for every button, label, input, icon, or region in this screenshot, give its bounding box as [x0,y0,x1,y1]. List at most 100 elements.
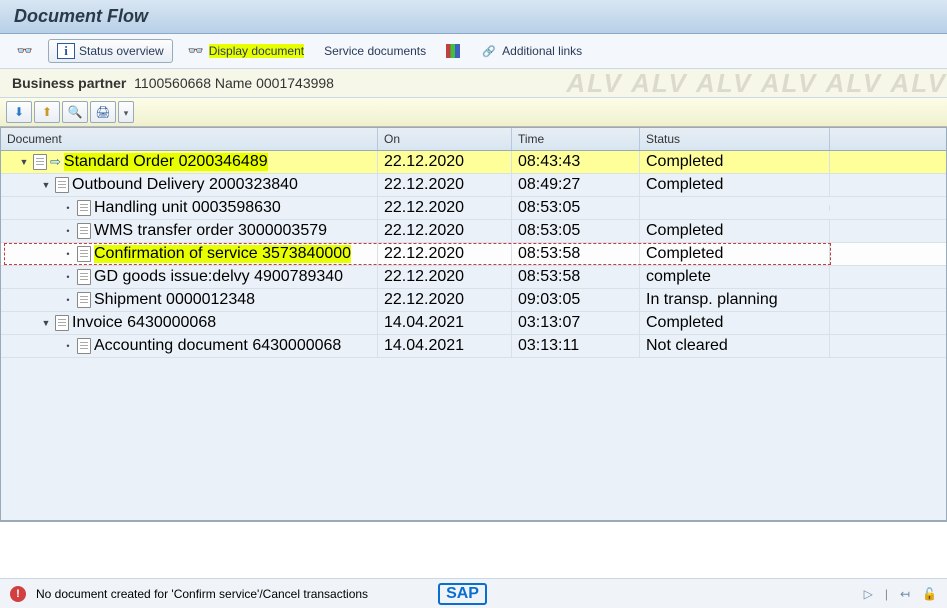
table-row[interactable]: ▼ Outbound Delivery 200032384022.12.2020… [1,174,946,197]
cell-on: 22.12.2020 [378,288,512,312]
tree-toggle[interactable]: ▼ [18,157,30,167]
tree-toggle[interactable]: • [62,203,74,213]
service-documents-label: Service documents [324,44,426,58]
main-toolbar: i Status overview Display document Servi… [0,34,947,69]
col-on[interactable]: On [378,128,512,150]
doc-cell: • Handling unit 0003598630 [1,196,378,220]
binoculars-icon [68,105,83,119]
doc-label: Standard Order 0200346489 [64,153,268,171]
collapse-icon [42,105,52,119]
tree-toggle[interactable]: • [62,249,74,259]
table-row[interactable]: • Shipment 000001234822.12.202009:03:05I… [1,289,946,312]
refresh-button[interactable] [10,40,40,62]
doc-cell: ▼⇨ Standard Order 0200346489 [1,151,378,174]
table-row[interactable]: • Accounting document 6430000068 14.04.20… [1,335,946,358]
cell-on: 14.04.2021 [378,311,512,335]
col-status[interactable]: Status [640,128,830,150]
tree-toggle[interactable]: ▼ [40,318,52,328]
doc-label: Confirmation of service 3573840000 [94,245,351,263]
table-row[interactable]: ▼⇨ Standard Order 020034648922.12.202008… [1,151,946,174]
cell-status: Completed [640,219,830,243]
document-icon [33,154,47,170]
glasses-icon [16,43,34,59]
error-icon: ! [10,586,26,602]
grid-body: ▼⇨ Standard Order 020034648922.12.202008… [1,151,946,521]
expand-icon [14,105,24,119]
cell-time: 08:53:05 [512,196,640,220]
doc-label: WMS transfer order 3000003579 [94,222,327,240]
doc-cell: • GD goods issue:delvy 4900789340 [1,265,378,289]
lock-icon[interactable]: 🔓 [922,587,937,601]
expand-all-button[interactable] [6,101,32,123]
doc-label: Outbound Delivery 2000323840 [72,176,298,194]
tree-toolbar [0,98,947,127]
cell-status: Completed [640,173,830,197]
col-document[interactable]: Document [1,128,378,150]
print-icon [95,105,110,119]
tree-toggle[interactable]: ▼ [40,180,52,190]
service-documents-button[interactable]: Service documents [318,41,432,61]
document-icon [55,315,69,331]
cell-status [640,205,830,211]
table-row[interactable]: • GD goods issue:delvy 490078934022.12.2… [1,266,946,289]
collapse-all-button[interactable] [34,101,60,123]
col-time[interactable]: Time [512,128,640,150]
cell-time: 03:13:11 [512,334,640,358]
document-icon [77,246,91,262]
info-icon: i [57,43,75,59]
cell-on: 22.12.2020 [378,151,512,174]
doc-cell: ▼ Outbound Delivery 2000323840 [1,173,378,197]
doc-label: Invoice 6430000068 [72,314,216,332]
print-button[interactable] [90,101,116,123]
status-overview-button[interactable]: i Status overview [48,39,173,63]
doc-label: GD goods issue:delvy 4900789340 [94,268,343,286]
cell-time: 09:03:05 [512,288,640,312]
additional-links-button[interactable]: Additional links [474,40,588,62]
table-row[interactable]: • Confirmation of service 357384000022.1… [1,243,946,266]
tree-toggle[interactable]: • [62,226,74,236]
cell-time: 08:43:43 [512,151,640,174]
chart-icon [446,44,460,58]
cell-time: 08:53:05 [512,219,640,243]
additional-links-label: Additional links [502,44,582,58]
more-button[interactable] [118,101,134,123]
document-icon [77,292,91,308]
cell-on: 22.12.2020 [378,173,512,197]
tree-toggle[interactable]: • [62,272,74,282]
cell-on: 22.12.2020 [378,196,512,220]
document-icon [77,338,91,354]
document-icon [77,200,91,216]
cell-time: 08:53:58 [512,242,640,266]
status-right: ▷ | ↤ 🔓 [864,587,937,601]
table-row[interactable]: ▼ Invoice 643000006814.04.202103:13:07Co… [1,312,946,335]
doc-label: Accounting document 6430000068 [94,337,341,355]
status-overview-label: Status overview [79,44,164,58]
cell-time: 08:53:58 [512,265,640,289]
doc-cell: • Shipment 0000012348 [1,288,378,312]
table-row[interactable]: • Handling unit 000359863022.12.202008:5… [1,197,946,220]
tree-toggle[interactable]: • [62,295,74,305]
display-document-button[interactable]: Display document [181,40,310,62]
business-partner-value: 1100560668 Name 0001743998 [134,75,334,91]
business-partner-row: Business partner 1100560668 Name 0001743… [0,69,947,98]
table-row[interactable]: • WMS transfer order 300000357922.12.202… [1,220,946,243]
doc-label: Shipment 0000012348 [94,291,255,309]
sap-logo: SAP [438,583,487,605]
doc-cell: ▼ Invoice 6430000068 [1,311,378,335]
doc-cell: • Confirmation of service 3573840000 [1,242,378,266]
document-icon [77,223,91,239]
chart-button[interactable] [440,41,466,61]
cell-on: 14.04.2021 [378,334,512,358]
grid-header: Document On Time Status [1,128,946,151]
play-icon[interactable]: ▷ [864,587,873,601]
link-icon [480,43,498,59]
cell-status: Completed [640,151,830,174]
find-button[interactable] [62,101,88,123]
cell-time: 03:13:07 [512,311,640,335]
doc-label: Handling unit 0003598630 [94,199,281,217]
tree-toggle[interactable]: • [62,341,74,351]
cell-status: Completed [640,311,830,335]
title-bar: Document Flow [0,0,947,34]
back-icon[interactable]: ↤ [900,587,910,601]
document-icon [77,269,91,285]
